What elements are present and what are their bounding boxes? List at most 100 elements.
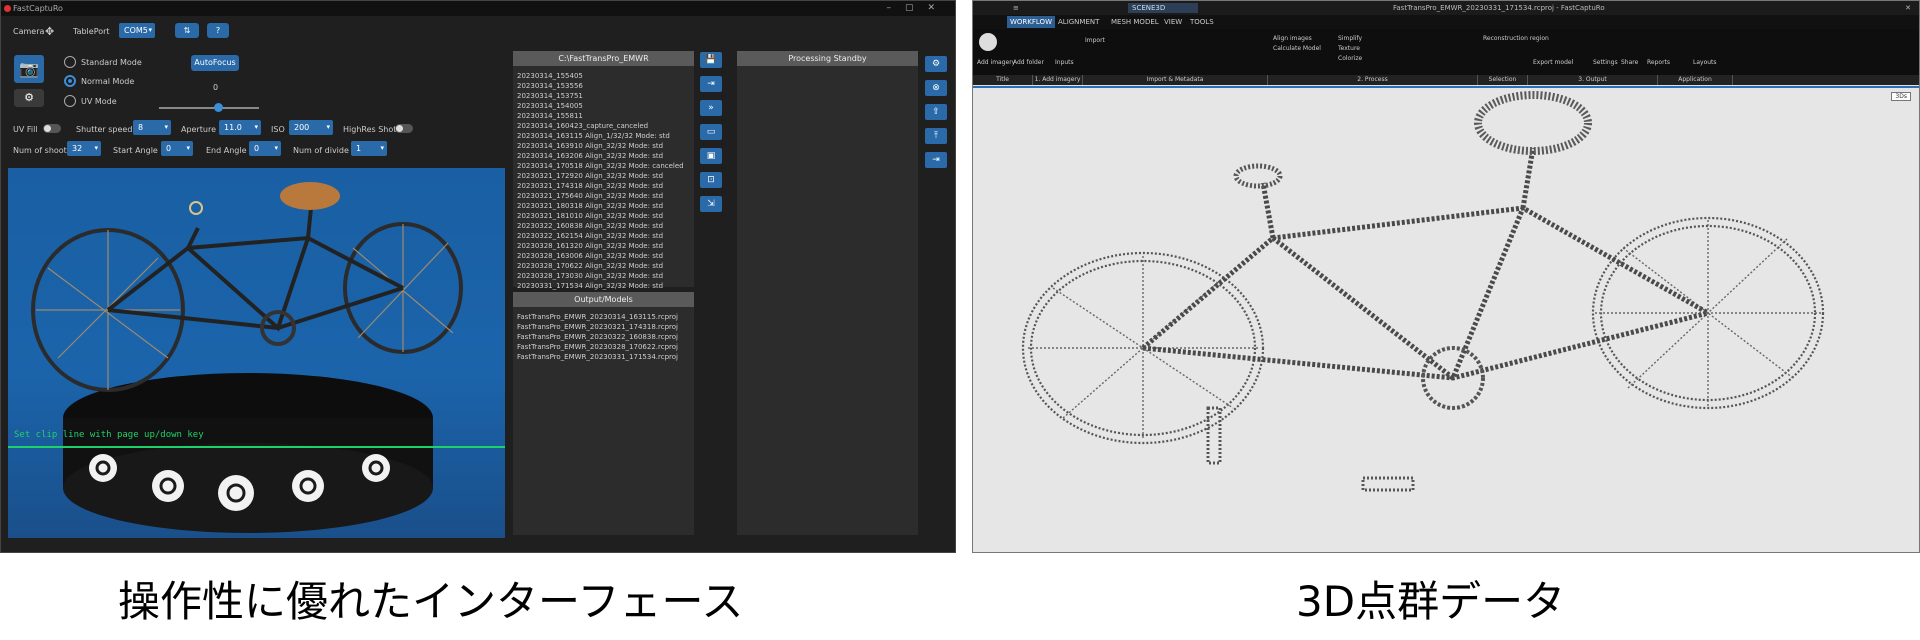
export-model-button[interactable]: Export model — [1533, 59, 1573, 66]
list-item[interactable]: 20230314_155811 — [517, 111, 690, 121]
window-close-icon[interactable]: ✕ — [1905, 1, 1911, 15]
image-icon: ▣ — [706, 151, 716, 161]
process-settings-button[interactable]: ⚙ — [925, 56, 947, 72]
capture-button[interactable]: 📷 — [14, 55, 44, 83]
export-button[interactable]: ⇥ — [700, 76, 722, 92]
list-item[interactable]: 20230321_181010 Align_32/32 Mode: std — [517, 211, 690, 221]
open-folder-button[interactable]: ▭ — [700, 124, 722, 140]
list-item[interactable]: 20230328_163006 Align_32/32 Mode: std — [517, 251, 690, 261]
import-button[interactable]: Import — [1085, 37, 1105, 44]
tab-alignment[interactable]: ALIGNMENT — [1055, 16, 1102, 28]
left-caption: 操作性に優れたインターフェース — [118, 577, 744, 626]
list-item[interactable]: 20230328_173030 Align_32/32 Mode: std — [517, 271, 690, 281]
settings-button[interactable]: Settings — [1593, 59, 1618, 66]
align-images-button[interactable]: Align images — [1273, 35, 1312, 42]
list-item[interactable]: 20230314_153556 — [517, 81, 690, 91]
num-shoot-select[interactable]: 32 ▾ — [67, 141, 101, 156]
view-mode-badge[interactable]: 3Ds — [1891, 92, 1911, 101]
share-button[interactable]: Share — [1621, 59, 1638, 66]
colorize-button[interactable]: Colorize — [1338, 55, 1362, 62]
list-item[interactable]: 20230314_163206 Align_32/32 Mode: std — [517, 151, 690, 161]
project-list[interactable]: 20230314_155405 20230314_153556 20230314_1… — [517, 71, 690, 291]
aperture-select[interactable]: 11.0 ▾ — [219, 120, 261, 135]
camera-preview[interactable]: Set clip line with page up/down key — [8, 168, 505, 538]
focus-slider-handle[interactable] — [214, 103, 223, 112]
list-item[interactable]: 20230321_172920 Align_32/32 Mode: std — [517, 171, 690, 181]
list-item[interactable]: 20230321_174318 Align_32/32 Mode: std — [517, 181, 690, 191]
chevron-down-icon: ▾ — [274, 144, 278, 152]
list-item[interactable]: FastTransPro_EMWR_20230331_171534.rcproj — [517, 352, 690, 362]
list-item[interactable]: FastTransPro_EMWR_20230321_174318.rcproj — [517, 322, 690, 332]
exit-button[interactable]: ⇲ — [700, 196, 722, 212]
quick-access-menu[interactable]: ≡ — [1013, 1, 1019, 15]
start-angle-value: 0 — [166, 144, 172, 153]
normal-mode-radio[interactable] — [64, 75, 76, 87]
list-item[interactable]: 20230321_175640 Align_32/32 Mode: std — [517, 191, 690, 201]
camera-move-icon[interactable]: ✥ — [45, 25, 54, 38]
num-divide-select[interactable]: 1 ▾ — [351, 141, 387, 156]
settings-button[interactable]: ⚙ — [14, 89, 44, 107]
scan-button[interactable]: ⊡ — [700, 172, 722, 188]
tab-tools[interactable]: TOOLS — [1187, 16, 1217, 28]
table-port-select[interactable]: COM5 ▾ — [119, 23, 155, 38]
output-list[interactable]: FastTransPro_EMWR_20230314_163115.rcproj… — [517, 312, 690, 362]
output-button[interactable]: ⇥ — [925, 152, 947, 168]
list-item[interactable]: 20230322_162154 Align_32/32 Mode: std — [517, 231, 690, 241]
window-controls[interactable]: –▢✕ — [886, 1, 949, 16]
list-item[interactable]: FastTransPro_EMWR_20230322_160838.rcproj — [517, 332, 690, 342]
help-button[interactable]: ? — [207, 23, 229, 38]
tab-view[interactable]: VIEW — [1161, 16, 1185, 28]
reports-button[interactable]: Reports — [1647, 59, 1670, 66]
texture-button[interactable]: Texture — [1338, 45, 1360, 52]
list-item[interactable]: 20230314_170518 Align_32/32 Mode: cancel… — [517, 161, 690, 171]
uv-fill-toggle[interactable] — [43, 124, 61, 133]
clip-line[interactable] — [8, 446, 505, 448]
group-process: 2. Process — [1268, 75, 1478, 85]
end-angle-select[interactable]: 0 ▾ — [249, 141, 281, 156]
list-item[interactable]: 20230331_171534 Align_32/32 Mode: std — [517, 281, 690, 291]
focus-slider[interactable] — [159, 103, 259, 112]
end-angle-label: End Angle — [206, 146, 247, 155]
list-item[interactable]: 20230328_170622 Align_32/32 Mode: std — [517, 261, 690, 271]
iso-select[interactable]: 200 ▾ — [289, 120, 333, 135]
simplify-button[interactable]: Simplify — [1338, 35, 1362, 42]
layouts-button[interactable]: Layouts — [1693, 59, 1717, 66]
list-item[interactable]: 20230321_180318 Align_32/32 Mode: std — [517, 201, 690, 211]
move-top-button[interactable]: ⤒ — [925, 128, 947, 144]
tab-mesh-model[interactable]: MESH MODEL — [1108, 16, 1162, 28]
search-field[interactable]: SCENE3D — [1128, 3, 1198, 13]
highres-shot-toggle[interactable] — [395, 124, 413, 133]
shutter-speed-select[interactable]: 8 ▾ — [133, 120, 171, 135]
upload-button[interactable]: ⇧ — [925, 104, 947, 120]
reconstruction-region-button[interactable]: Reconstruction region — [1483, 35, 1549, 42]
list-item[interactable]: FastTransPro_EMWR_20230314_163115.rcproj — [517, 312, 690, 322]
camera-icon: 📷 — [19, 59, 39, 78]
swap-port-button[interactable]: ⇅ — [175, 23, 199, 38]
tab-workflow[interactable]: WORKFLOW — [1007, 16, 1055, 28]
stop-icon: ⊗ — [932, 83, 940, 93]
standard-mode-radio[interactable] — [64, 56, 76, 68]
3d-viewport[interactable]: 3Ds — [973, 86, 1919, 552]
list-item[interactable]: FastTransPro_EMWR_20230328_170622.rcproj — [517, 342, 690, 352]
list-item[interactable]: 20230314_163115 Align_1/32/32 Mode: std — [517, 131, 690, 141]
list-item[interactable]: 20230322_160838 Align_32/32 Mode: std — [517, 221, 690, 231]
calculate-model-button[interactable]: Calculate Model — [1273, 45, 1321, 52]
list-item[interactable]: 20230314_163910 Align_32/32 Mode: std — [517, 141, 690, 151]
start-angle-select[interactable]: 0 ▾ — [161, 141, 193, 156]
autofocus-button[interactable]: AutoFocus — [191, 55, 239, 71]
list-item[interactable]: 20230328_161320 Align_32/32 Mode: std — [517, 241, 690, 251]
list-item[interactable]: 20230314_160423_capture_canceled — [517, 121, 690, 131]
stop-button[interactable]: ⊗ — [925, 80, 947, 96]
list-item[interactable]: 20230314_153751 — [517, 91, 690, 101]
add-imagery-button[interactable]: Add imagery — [977, 59, 1015, 66]
list-item[interactable]: 20230314_154005 — [517, 101, 690, 111]
save-button[interactable]: 💾 — [700, 52, 722, 68]
uv-mode-label: UV Mode — [81, 97, 117, 106]
group-selection: Selection — [1478, 75, 1528, 85]
add-folder-button[interactable]: Add folder — [1013, 59, 1044, 66]
image-button[interactable]: ▣ — [700, 148, 722, 164]
forward-button[interactable]: » — [700, 100, 722, 116]
uv-mode-radio[interactable] — [64, 95, 76, 107]
list-item[interactable]: 20230314_155405 — [517, 71, 690, 81]
inputs-button[interactable]: Inputs — [1055, 59, 1074, 66]
